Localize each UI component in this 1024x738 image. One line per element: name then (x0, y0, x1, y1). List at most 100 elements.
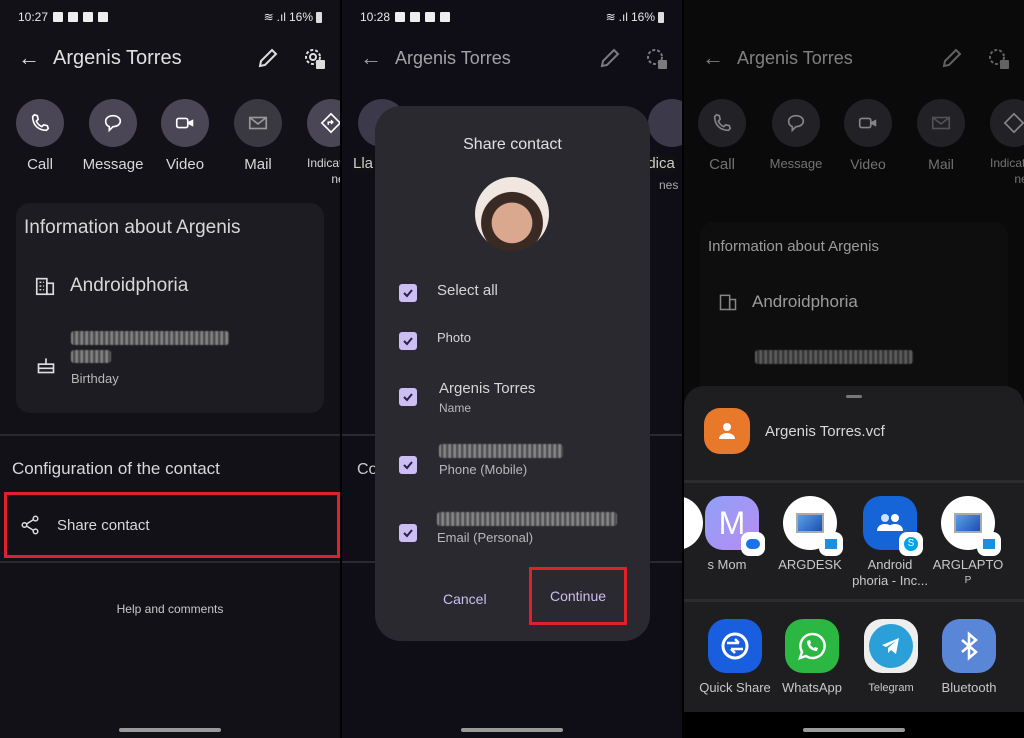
directions-label: Indicates (306, 156, 340, 170)
message-action: Message (761, 99, 831, 171)
app-whatsapp[interactable]: WhatsApp (770, 619, 854, 696)
video-action[interactable]: Video (150, 99, 220, 173)
divider (684, 599, 1024, 602)
notification-icon (425, 12, 436, 22)
direct-share-androidphoria[interactable]: S Android phoria - Inc... (848, 496, 932, 589)
target-name: ARGDESK (778, 557, 842, 572)
checkbox-checked-icon (399, 332, 417, 350)
wifi-icon: ≋ (605, 10, 616, 24)
cancel-button[interactable]: Cancel (443, 591, 487, 607)
name-value: Argenis Torres (439, 380, 536, 397)
company-name: Androidphoria (752, 292, 858, 311)
dialog-buttons: Cancel Continue (375, 567, 650, 641)
directions-action-bg (648, 99, 682, 147)
contact-avatar-icon: M (705, 496, 765, 556)
mail-icon (248, 116, 268, 130)
direct-share-arglapto[interactable]: ARGLAPTO P (926, 496, 1010, 589)
checkbox-checked-icon (399, 524, 417, 542)
edit-pencil-icon[interactable] (256, 46, 280, 75)
photo-checkbox[interactable]: Photo (399, 330, 471, 350)
sheet-drag-handle[interactable] (846, 395, 862, 398)
dialog-title: Share contact (463, 136, 562, 153)
app-telegram[interactable]: Telegram (849, 619, 933, 696)
name-checkbox[interactable]: Argenis Torres Name (399, 380, 535, 415)
divider (0, 561, 340, 563)
share-icon (21, 515, 39, 535)
app-bluetooth[interactable]: Bluetooth (927, 619, 1011, 696)
home-indicator[interactable] (119, 728, 221, 732)
message-label: Message (82, 156, 144, 173)
share-sheet-screen: ← Argenis Torres Call Message Video Mail… (684, 0, 1024, 738)
notification-icon (53, 12, 64, 22)
mail-action: Mail (906, 99, 976, 172)
directions-label: Indicates (989, 156, 1024, 170)
directions-icon (320, 112, 340, 134)
back-arrow-icon: ← (360, 45, 382, 70)
home-indicator[interactable] (461, 728, 563, 732)
contact-name: Argenis Torres (737, 47, 853, 68)
edit-pencil-icon (940, 46, 964, 75)
company-row[interactable]: Androidphoria (34, 275, 188, 297)
phone-link-badge-icon (819, 532, 843, 556)
email-checkbox[interactable]: Email (Personal) (399, 512, 617, 545)
quick-actions: Call Message Video Mail Indicates nes (0, 99, 340, 194)
continue-button[interactable]: Continue (529, 567, 627, 625)
target-name: ARGLAPTO (932, 557, 1004, 572)
notification-icon (83, 12, 94, 22)
status-time: 10:28 (360, 10, 391, 24)
direct-share-argdesk[interactable]: ARGDESK (768, 496, 852, 573)
contact-settings-icon (986, 46, 1012, 77)
directions-label-2: nes (331, 172, 340, 186)
select-all-label: Select all (437, 282, 498, 299)
select-all-checkbox[interactable]: Select all (399, 282, 498, 302)
company-name: Androidphoria (70, 275, 189, 296)
message-action[interactable]: Message (78, 99, 148, 173)
phone-checkbox[interactable]: Phone (Mobile) (399, 444, 563, 477)
mail-label: Mail (244, 156, 272, 173)
pc-icon (783, 496, 843, 556)
birthday-row[interactable]: Birthday (71, 331, 229, 386)
mail-icon (931, 116, 951, 130)
phone-icon (31, 113, 50, 132)
building-icon (719, 294, 737, 311)
share-sheet: Argenis Torres.vcf s M Mom ARGDESK S Andro… (684, 386, 1024, 738)
phone-link-badge-icon (977, 532, 1001, 556)
phone-label: Phone (Mobile) (439, 462, 528, 477)
redacted-birthday (71, 350, 111, 363)
battery-level: 16% (288, 10, 313, 24)
divider (0, 434, 340, 436)
redacted-birthday (755, 350, 913, 364)
file-name: Argenis Torres.vcf (765, 422, 885, 440)
share-contact-dialog: Share contact Select all Photo Argenis T… (375, 106, 650, 641)
contact-settings-icon[interactable] (302, 46, 328, 77)
video-icon (858, 117, 877, 129)
direct-share-mom[interactable]: M Mom (690, 496, 774, 573)
directions-action[interactable]: Indicates nes (296, 99, 340, 186)
back-arrow-icon: ← (702, 45, 724, 70)
redacted-email (437, 512, 617, 526)
mail-label: Mail (928, 156, 954, 172)
contact-screen: 10:27 ≋ .ıl 16% ← Argenis Torres Call Mess… (0, 0, 340, 738)
directions-action: Indicates nes (979, 99, 1024, 186)
back-arrow-icon[interactable]: ← (18, 45, 40, 71)
call-action[interactable]: Call (5, 99, 75, 173)
mail-action[interactable]: Mail (223, 99, 293, 173)
share-contact-button[interactable]: Share contact (4, 492, 340, 558)
target-name-2: P (964, 575, 972, 586)
divider (684, 480, 1024, 483)
target-name-2: phoria - Inc... (852, 573, 928, 588)
message-icon (787, 114, 805, 133)
checkbox-checked-icon (399, 456, 417, 474)
share-dialog-screen: 10:28 ≋ .ıl 16% ← Argenis Torres Lla idica… (342, 0, 682, 738)
directions-icon (1003, 112, 1024, 134)
notification-icon (395, 12, 406, 22)
help-link[interactable]: Help and comments (0, 602, 340, 616)
app-name: Bluetooth (941, 680, 997, 695)
directions-label-2: nes (1014, 172, 1024, 186)
status-bar: 10:28 ≋ .ıl 16% (360, 9, 664, 25)
info-card: Information about Argenis Androidphoria … (16, 203, 324, 413)
home-indicator[interactable] (803, 728, 905, 732)
phone-icon (713, 113, 732, 132)
battery-level: 16% (630, 10, 655, 24)
app-quick-share[interactable]: Quick Share (693, 619, 777, 696)
